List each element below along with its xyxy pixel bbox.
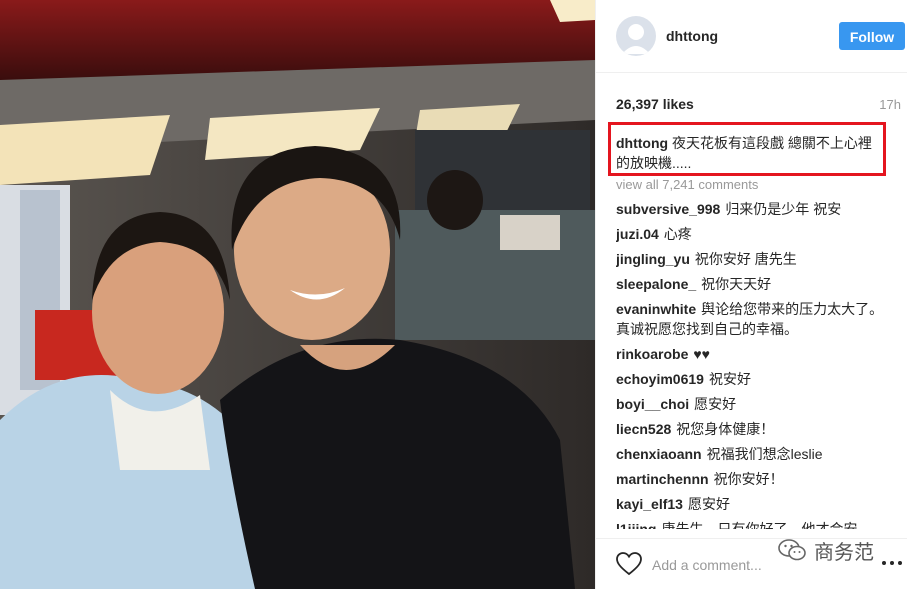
comment-item: rinkoarobe ♥♥ — [616, 344, 884, 364]
heart-icon[interactable] — [616, 552, 642, 576]
post-header: dhttong Follow — [596, 0, 907, 73]
comment-username[interactable]: martinchennn — [616, 471, 709, 487]
comment-username[interactable]: jingling_yu — [616, 251, 690, 267]
view-all-comments-link[interactable]: view all 7,241 comments — [616, 177, 758, 192]
comment-text: 祝你安好 唐先生 — [694, 251, 797, 267]
wechat-icon — [778, 539, 806, 561]
username[interactable]: dhttong — [666, 28, 718, 44]
watermark-text: 商务范 — [814, 539, 874, 564]
comment-text: 祝你天天好 — [701, 276, 772, 292]
caption-username[interactable]: dhttong — [616, 135, 668, 151]
comment-username[interactable]: liecn528 — [616, 421, 671, 437]
post-panel: dhttong Follow 26,397 likes 17h dhttong … — [595, 0, 907, 590]
comment-item: subversive_998 归来仍是少年 祝安 — [616, 199, 884, 219]
comment-username[interactable]: l1jiing — [616, 521, 656, 529]
comment-username[interactable]: subversive_998 — [616, 201, 720, 217]
comment-text: 祝福我们想念leslie — [706, 446, 823, 462]
comment-text: 愿安好 — [687, 496, 730, 512]
comment-username[interactable]: juzi.04 — [616, 226, 659, 242]
comment-item: chenxiaoann 祝福我们想念leslie — [616, 444, 884, 464]
comment-text: 祝你安好！ — [713, 471, 784, 487]
comment-text: 归来仍是少年 祝安 — [725, 201, 842, 217]
follow-button[interactable]: Follow — [839, 22, 905, 50]
comment-username[interactable]: sleepalone_ — [616, 276, 696, 292]
comment-username[interactable]: echoyim0619 — [616, 371, 704, 387]
comment-item: echoyim0619 祝安好 — [616, 369, 884, 389]
comment-item: boyi__choi 愿安好 — [616, 394, 884, 414]
comment-item: jingling_yu 祝你安好 唐先生 — [616, 249, 884, 269]
comment-list: subversive_998 归来仍是少年 祝安 juzi.04 心疼 jingling… — [616, 199, 884, 529]
comment-item: sleepalone_ 祝你天天好 — [616, 274, 884, 294]
comment-username[interactable]: rinkoarobe — [616, 346, 688, 362]
comment-item: juzi.04 心疼 — [616, 224, 884, 244]
comment-item: martinchennn 祝你安好！ — [616, 469, 884, 489]
comment-text: 唐先生，只有你好了，他才会安 — [661, 521, 858, 529]
comment-text: 祝您身体健康！ — [676, 421, 775, 437]
comment-text: 祝安好 — [708, 371, 751, 387]
comment-item: liecn528 祝您身体健康！ — [616, 419, 884, 439]
more-options-icon[interactable] — [880, 553, 904, 573]
avatar-placeholder-icon[interactable] — [616, 16, 656, 56]
comment-username[interactable]: evaninwhite — [616, 301, 696, 317]
comment-username[interactable]: boyi__choi — [616, 396, 689, 412]
comment-item: evaninwhite 舆论给您带来的压力太大了。真诚祝愿您找到自己的幸福。 — [616, 299, 884, 339]
comment-text: 愿安好 — [694, 396, 737, 412]
comment-username[interactable]: kayi_elf13 — [616, 496, 683, 512]
comment-item: l1jiing 唐先生，只有你好了，他才会安 — [616, 519, 884, 529]
comment-text: ♥♥ — [693, 346, 710, 362]
comment-text: 心疼 — [663, 226, 692, 242]
likes-count[interactable]: 26,397 likes — [616, 96, 694, 112]
post-time[interactable]: 17h — [879, 97, 901, 112]
post-photo — [0, 0, 595, 589]
comment-username[interactable]: chenxiaoann — [616, 446, 702, 462]
caption: dhttong 夜天花板有這段戲 總關不上心裡的放映機..... — [616, 133, 878, 173]
watermark: 商务范 — [778, 535, 874, 565]
comment-item: kayi_elf13 愿安好 — [616, 494, 884, 514]
